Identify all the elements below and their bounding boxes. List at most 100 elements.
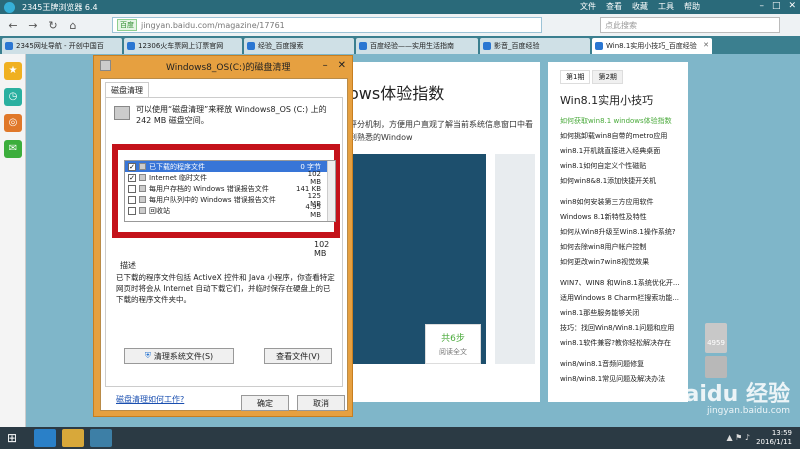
list-item[interactable]: 如何从Win8升级至Win8.1操作系统?	[560, 225, 688, 240]
tab-yingyin[interactable]: 影音_百度经验	[480, 38, 590, 54]
series-panel: 第1期 第2期 Win8.1实用小技巧 如何获取win8.1 windows体验…	[548, 62, 688, 402]
list-item[interactable]: 技巧：找回Win8/Win8.1问题和应用	[560, 321, 688, 336]
tab-2345[interactable]: 2345网址导航 - 开创中国百	[2, 38, 122, 54]
series-title: Win8.1实用小技巧	[560, 94, 654, 107]
home-icon[interactable]: ⌂	[66, 19, 80, 32]
list-item[interactable]: 如何获取win8.1 windows体验指数	[560, 114, 688, 129]
list-item[interactable]: win8.1那些服务能够关闭	[560, 306, 688, 321]
checkbox[interactable]: ✓	[128, 173, 136, 182]
checkbox[interactable]: ✓	[128, 162, 136, 171]
dialog-minimize-icon[interactable]: –	[323, 60, 328, 71]
browser-logo-icon	[4, 2, 15, 13]
list-item[interactable]: win8/win8.1音频问题修复	[560, 357, 688, 372]
series-tabs: 第1期 第2期	[560, 70, 688, 84]
browser-sidebar: ★ ◷ ◎ ✉	[0, 54, 26, 427]
step-count-box[interactable]: 共6步 阅读全文	[425, 324, 481, 364]
file-row-recycle-bin[interactable]: 回收站 4.95 MB	[125, 203, 335, 219]
menu-help[interactable]: 帮助	[684, 1, 700, 12]
step-read-all: 阅读全文	[439, 348, 467, 356]
tab-favicon-icon	[595, 42, 603, 50]
article-text: 评分机制，方便用户直观了解当前系统信息窗口中看到熟悉的Window	[349, 120, 533, 142]
list-item[interactable]: 适用Windows 8 Charm栏搜索功能...	[560, 291, 688, 306]
tab-12306[interactable]: 12306火车票网上订票官网	[124, 38, 242, 54]
tab-bar: 2345网址导航 - 开创中国百 12306火车票网上订票官网 经验_百度搜索 …	[0, 36, 800, 54]
like-button[interactable]: 4959	[705, 323, 727, 353]
how-cleanup-works-link[interactable]: 磁盘清理如何工作?	[116, 394, 184, 405]
system-tray[interactable]: ▲ ⚑ ♪	[726, 433, 750, 442]
list-item[interactable]: WIN7、WIN8 和Win8.1系统优化开...	[560, 276, 688, 291]
tab-jingyan-search[interactable]: 经验_百度搜索	[244, 38, 354, 54]
address-bar: ← → ↻ ⌂ 百度 jingyan.baidu.com/magazine/17…	[0, 14, 800, 36]
checkbox[interactable]	[128, 206, 136, 215]
menu-tools[interactable]: 工具	[658, 1, 674, 12]
ok-button[interactable]: 确定	[241, 395, 289, 411]
search-input[interactable]: 点此搜索	[600, 17, 780, 33]
list-item[interactable]: 如何win8&8.1添加快捷开关机	[560, 174, 688, 189]
folder-icon	[139, 163, 146, 170]
description-text: 已下载的程序文件包括 ActiveX 控件和 Java 小程序，你查看特定网页时…	[116, 273, 335, 304]
list-scrollbar[interactable]	[327, 161, 335, 221]
dialog-info-text: 可以使用“磁盘清理”来释放 Windows8_OS (C:) 上的 242 MB…	[136, 105, 327, 125]
article-content: ows体验指数 评分机制，方便用户直观了解当前系统信息窗口中看到熟悉的Windo…	[345, 62, 540, 402]
url-input[interactable]: 百度 jingyan.baidu.com/magazine/17761	[112, 17, 542, 33]
list-item[interactable]: win8如何安装第三方应用软件	[560, 195, 688, 210]
url-text: jingyan.baidu.com/magazine/17761	[141, 20, 285, 30]
star-icon[interactable]: ★	[4, 62, 22, 80]
file-row-internet-temp[interactable]: ✓ Internet 临时文件 102 MB	[125, 170, 335, 186]
total-space-value: 102 MB	[314, 240, 330, 258]
dialog-close-icon[interactable]: ✕	[338, 60, 346, 71]
cancel-button[interactable]: 取消	[297, 395, 345, 411]
dialog-panel: 可以使用“磁盘清理”来释放 Windows8_OS (C:) 上的 242 MB…	[105, 97, 343, 404]
checkbox[interactable]	[128, 184, 136, 193]
shield-icon: ⛨	[144, 351, 151, 360]
list-item[interactable]: 如何更改win7win8视觉效果	[560, 255, 688, 270]
file-icon	[139, 196, 146, 203]
tab-issue-1[interactable]: 第1期	[560, 70, 591, 84]
tab-issue-2[interactable]: 第2期	[592, 70, 623, 84]
tab-baidu-jingyan[interactable]: 百度经验——实用生活指南	[356, 38, 478, 54]
list-item[interactable]: win8.1软件兼容?教你轻松解决存在	[560, 336, 688, 351]
file-explorer-icon[interactable]	[62, 429, 84, 447]
browser-title-bar: 2345王牌浏览器 6.4 文件 查看 收藏 工具 帮助 – □ ✕	[0, 0, 800, 14]
cleanup-system-files-button[interactable]: ⛨ 清理系统文件(S)	[124, 348, 234, 364]
highlight-frame: ✓ 已下载的程序文件 0 字节 ✓ Internet 临时文件 102 MB 每用户…	[112, 144, 340, 238]
minimize-icon[interactable]: –	[759, 1, 764, 11]
close-icon[interactable]: ✕	[788, 1, 796, 11]
browser-taskbar-icon[interactable]	[90, 429, 112, 447]
baidu-watermark: Baidu 经验 jingyan.baidu.com	[590, 376, 790, 416]
back-icon[interactable]: ←	[6, 19, 20, 32]
view-files-button[interactable]: 查看文件(V)	[264, 348, 332, 364]
disk-cleanup-icon	[100, 60, 111, 71]
files-to-delete-list: ✓ 已下载的程序文件 0 字节 ✓ Internet 临时文件 102 MB 每用户…	[124, 160, 336, 222]
windows-taskbar: ⊞ ▲ ⚑ ♪ 13:59 2016/1/11	[0, 427, 800, 449]
tab-favicon-icon	[127, 42, 135, 50]
list-item[interactable]: Windows 8.1新特性及特性	[560, 210, 688, 225]
maximize-icon[interactable]: □	[772, 1, 781, 11]
menu-view[interactable]: 查看	[606, 1, 622, 12]
list-item[interactable]: 如何去除win8用户帐户控制	[560, 240, 688, 255]
refresh-icon[interactable]: ↻	[46, 19, 60, 32]
weibo-icon[interactable]: ◎	[4, 114, 22, 132]
menu-file[interactable]: 文件	[580, 1, 596, 12]
list-item[interactable]: win8.1开机跳直接进入经典桌面	[560, 144, 688, 159]
tab-win81[interactable]: Win8.1实用小技巧_百度经验 ✕	[592, 38, 712, 54]
windows-start-icon[interactable]: ⊞	[4, 430, 20, 446]
dialog-title: Windows8_OS(C:)的磁盘清理	[166, 62, 291, 73]
close-tab-icon[interactable]: ✕	[703, 41, 709, 49]
checkbox[interactable]	[128, 195, 136, 204]
menu-favorites[interactable]: 收藏	[632, 1, 648, 12]
clock-date: 2016/1/11	[756, 438, 792, 446]
disk-cleanup-dialog: Windows8_OS(C:)的磁盘清理 – ✕ 磁盘清理 可以使用“磁盘清理”…	[93, 55, 353, 417]
list-item[interactable]: win8.1如何自定义个性磁贴	[560, 159, 688, 174]
ie-icon[interactable]	[34, 429, 56, 447]
browser-menu: 文件 查看 收藏 工具 帮助	[580, 1, 700, 12]
list-item[interactable]: 如何挑卸载win8自带的metro应用	[560, 129, 688, 144]
tab-favicon-icon	[247, 42, 255, 50]
forward-icon[interactable]: →	[26, 19, 40, 32]
clock-icon[interactable]: ◷	[4, 88, 22, 106]
clock[interactable]: 13:59 2016/1/11	[756, 429, 792, 447]
tab-disk-cleanup[interactable]: 磁盘清理	[105, 82, 149, 98]
file-icon	[139, 185, 146, 192]
wechat-icon[interactable]: ✉	[4, 140, 22, 158]
share-icon[interactable]	[705, 356, 727, 378]
